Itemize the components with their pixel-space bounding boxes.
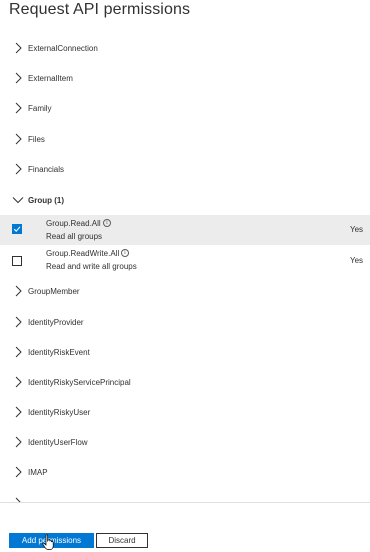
category-groupmember[interactable]: GroupMember — [0, 276, 370, 306]
category-label: ExternalItem — [28, 73, 73, 83]
category-externalitem[interactable]: ExternalItem — [0, 63, 370, 93]
category-identityprovider[interactable]: IdentityProvider — [0, 307, 370, 337]
category-imap[interactable]: IMAP — [0, 457, 370, 487]
category-label: IdentityRiskEvent — [28, 347, 90, 357]
admin-consent-value: Yes — [350, 225, 364, 234]
category-family[interactable]: Family — [0, 93, 370, 123]
category-label: Group (1) — [28, 195, 64, 205]
category-group[interactable]: Group (1) — [0, 185, 370, 215]
category-externalconnection[interactable]: ExternalConnection — [0, 33, 370, 63]
category-identityriskyserviceprincipal[interactable]: IdentityRiskyServicePrincipal — [0, 367, 370, 397]
permission-checkbox[interactable] — [12, 256, 22, 266]
category-label: ExternalConnection — [28, 43, 98, 53]
chevron-right-icon[interactable] — [12, 376, 24, 388]
permission-checkbox[interactable] — [12, 224, 22, 234]
permission-name: Group.Read.All — [46, 219, 101, 228]
chevron-right-icon[interactable] — [12, 466, 24, 478]
category-identityuserflow[interactable]: IdentityUserFlow — [0, 427, 370, 457]
permission-description: Read and write all groups — [46, 262, 137, 271]
category-label: IdentityUserFlow — [28, 437, 88, 447]
permission-row-group-readwrite-all[interactable]: Group.ReadWrite.All i Read and write all… — [0, 245, 370, 275]
permission-description: Read all groups — [46, 232, 103, 241]
chevron-right-icon[interactable] — [12, 316, 24, 328]
permission-name: Group.ReadWrite.All — [46, 249, 120, 258]
info-icon[interactable]: i — [121, 249, 129, 257]
admin-consent-value: Yes — [350, 256, 364, 265]
category-label: Files — [28, 134, 45, 144]
chevron-right-icon[interactable] — [12, 436, 24, 448]
permission-row-group-read-all[interactable]: Group.Read.All i Read all groups Yes — [0, 215, 370, 245]
category-label: Family — [28, 103, 52, 113]
permissions-list[interactable]: ExternalConnection ExternalItem Family F… — [0, 30, 370, 502]
chevron-right-icon[interactable] — [12, 42, 24, 54]
chevron-right-icon[interactable] — [12, 285, 24, 297]
category-label: IdentityRiskyServicePrincipal — [28, 377, 131, 387]
chevron-right-icon[interactable] — [12, 163, 24, 175]
category-label: Financials — [28, 164, 65, 174]
category-partial[interactable] — [0, 488, 370, 502]
category-label: IMAP — [28, 467, 48, 477]
chevron-right-icon[interactable] — [12, 133, 24, 145]
chevron-right-icon[interactable] — [12, 102, 24, 114]
hand-cursor-icon — [42, 534, 54, 550]
chevron-down-icon[interactable] — [12, 194, 24, 206]
category-label: GroupMember — [28, 286, 80, 296]
category-files[interactable]: Files — [0, 124, 370, 154]
discard-button[interactable]: Discard — [96, 533, 148, 548]
category-identityriskyuser[interactable]: IdentityRiskyUser — [0, 397, 370, 427]
footer-bar: Add permissions Discard — [0, 502, 370, 552]
category-financials[interactable]: Financials — [0, 154, 370, 184]
category-identityriskevent[interactable]: IdentityRiskEvent — [0, 337, 370, 367]
chevron-right-icon[interactable] — [12, 406, 24, 418]
category-label: IdentityProvider — [28, 317, 84, 327]
chevron-right-icon[interactable] — [12, 346, 24, 358]
category-label: IdentityRiskyUser — [28, 407, 91, 417]
info-icon[interactable]: i — [103, 219, 111, 227]
chevron-right-icon[interactable] — [12, 72, 24, 84]
page-title: Request API permissions — [9, 1, 191, 18]
